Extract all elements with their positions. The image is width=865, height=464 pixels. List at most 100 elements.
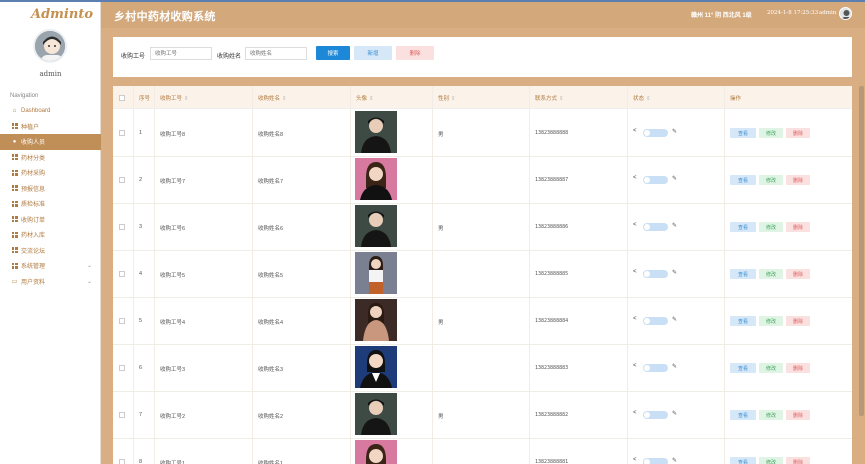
view-button[interactable]: 查看 [730, 269, 756, 279]
sidebar-item-forum[interactable]: 交流论坛 [0, 243, 101, 259]
pencil-icon[interactable]: ✎ [672, 128, 677, 135]
view-button[interactable]: 查看 [730, 316, 756, 326]
admin-avatar[interactable] [839, 7, 852, 20]
view-button[interactable]: 查看 [730, 175, 756, 185]
buyer-photo[interactable] [355, 111, 397, 153]
status-toggle[interactable] [643, 458, 668, 464]
row-delete-button[interactable]: 删除 [786, 128, 810, 138]
buyer-photo[interactable] [355, 252, 397, 294]
delete-button[interactable]: 删除 [396, 46, 434, 60]
buyer-id-input[interactable] [150, 47, 212, 60]
edit-button[interactable]: 修改 [759, 410, 783, 420]
column-header-name[interactable]: 收购姓名 ⇕ [258, 94, 287, 102]
buyer-name-input[interactable] [245, 47, 307, 60]
row-checkbox[interactable] [119, 224, 125, 230]
buyer-photo[interactable] [355, 205, 397, 247]
pencil-icon[interactable]: ✎ [672, 363, 677, 370]
share-icon[interactable]: < [633, 457, 637, 463]
share-icon[interactable]: < [633, 316, 637, 322]
sidebar-item-growers[interactable]: 种植户 [0, 119, 101, 135]
sidebar-item-warehousing[interactable]: 药材入库 [0, 227, 101, 243]
scrollbar[interactable] [859, 86, 864, 416]
app-logo[interactable]: Adminto [31, 7, 93, 22]
pencil-icon[interactable]: ✎ [672, 316, 677, 323]
sidebar-item-system[interactable]: 系统管理 ⌄ [0, 258, 101, 274]
column-header-gender[interactable]: 性别 ⇕ [438, 94, 456, 102]
cell-buyer-id: 收购工号2 [160, 414, 186, 420]
view-button[interactable]: 查看 [730, 457, 756, 464]
share-icon[interactable]: < [633, 410, 637, 416]
row-delete-button[interactable]: 删除 [786, 222, 810, 232]
row-checkbox[interactable] [119, 271, 125, 277]
pencil-icon[interactable]: ✎ [672, 222, 677, 229]
row-checkbox[interactable] [119, 130, 125, 136]
buyer-photo[interactable] [355, 299, 397, 341]
row-checkbox[interactable] [119, 459, 125, 464]
row-delete-button[interactable]: 删除 [786, 175, 810, 185]
buyer-photo[interactable] [355, 440, 397, 464]
pencil-icon[interactable]: ✎ [672, 457, 677, 464]
share-icon[interactable]: < [633, 269, 637, 275]
buyer-photo[interactable] [355, 346, 397, 388]
sidebar-item-orders[interactable]: 收购订单 [0, 212, 101, 228]
row-delete-button[interactable]: 删除 [786, 410, 810, 420]
share-icon[interactable]: < [633, 222, 637, 228]
edit-button[interactable]: 修改 [759, 457, 783, 464]
row-checkbox[interactable] [119, 365, 125, 371]
row-checkbox[interactable] [119, 412, 125, 418]
row-delete-button[interactable]: 删除 [786, 269, 810, 279]
share-icon[interactable]: < [633, 128, 637, 134]
sidebar-item-dashboard[interactable]: ⌂ Dashboard [0, 103, 101, 119]
status-toggle[interactable] [643, 270, 668, 278]
row-checkbox[interactable] [119, 177, 125, 183]
buyer-photo[interactable] [355, 158, 397, 200]
row-delete-button[interactable]: 删除 [786, 363, 810, 373]
edit-button[interactable]: 修改 [759, 222, 783, 232]
sidebar-item-profile[interactable]: ▭ 用户资料 ⌄ [0, 274, 101, 290]
column-header-index[interactable]: 序号 [139, 94, 150, 102]
buyer-photo[interactable] [355, 393, 397, 435]
row-delete-button[interactable]: 删除 [786, 457, 810, 464]
status-toggle[interactable] [643, 411, 668, 419]
sidebar-item-buyers[interactable]: ● 收购人员 [0, 134, 101, 150]
view-button[interactable]: 查看 [730, 363, 756, 373]
sidebar-item-herb-purchase[interactable]: 药材采购 [0, 165, 101, 181]
edit-button[interactable]: 修改 [759, 175, 783, 185]
user-avatar[interactable] [33, 29, 67, 63]
sidebar-item-quality-standard[interactable]: 质检标准 [0, 196, 101, 212]
status-toggle[interactable] [643, 176, 668, 184]
pencil-icon[interactable]: ✎ [672, 410, 677, 417]
select-all-checkbox[interactable] [119, 95, 125, 101]
admin-name[interactable]: admin [819, 10, 836, 16]
view-button[interactable]: 查看 [730, 410, 756, 420]
edit-button[interactable]: 修改 [759, 128, 783, 138]
buyer-id-label: 收购工号 [121, 54, 146, 60]
column-header-avatar[interactable]: 头像 ⇕ [356, 94, 374, 102]
sidebar-item-forecast[interactable]: 预报信息 [0, 181, 101, 197]
row-checkbox[interactable] [119, 318, 125, 324]
view-button[interactable]: 查看 [730, 128, 756, 138]
edit-button[interactable]: 修改 [759, 316, 783, 326]
edit-button[interactable]: 修改 [759, 363, 783, 373]
pencil-icon[interactable]: ✎ [672, 269, 677, 276]
add-button[interactable]: 新增 [354, 46, 392, 60]
status-toggle[interactable] [643, 317, 668, 325]
table-row: 8 收购工号1 收购姓名1 13823888881 < ✎ 查看 修改 删除 [113, 439, 852, 464]
share-icon[interactable]: < [633, 175, 637, 181]
search-button[interactable]: 搜索 [316, 46, 350, 60]
view-button[interactable]: 查看 [730, 222, 756, 232]
pencil-icon[interactable]: ✎ [672, 175, 677, 182]
column-header-phone[interactable]: 联系方式 ⇕ [535, 94, 564, 102]
status-toggle[interactable] [643, 364, 668, 372]
column-header-id[interactable]: 收购工号 ⇕ [160, 94, 189, 102]
row-delete-button[interactable]: 删除 [786, 316, 810, 326]
edit-button[interactable]: 修改 [759, 269, 783, 279]
status-toggle[interactable] [643, 223, 668, 231]
sidebar-item-label: 收购订单 [21, 217, 46, 224]
cell-index: 3 [139, 224, 143, 230]
share-icon[interactable]: < [633, 363, 637, 369]
column-header-status[interactable]: 状态 ⇕ [633, 94, 651, 102]
sidebar-item-herb-category[interactable]: 药材分类 [0, 150, 101, 166]
status-toggle[interactable] [643, 129, 668, 137]
table-row: 6 收购工号3 收购姓名3 13823888883 < ✎ 查看 修改 删除 [113, 345, 852, 392]
